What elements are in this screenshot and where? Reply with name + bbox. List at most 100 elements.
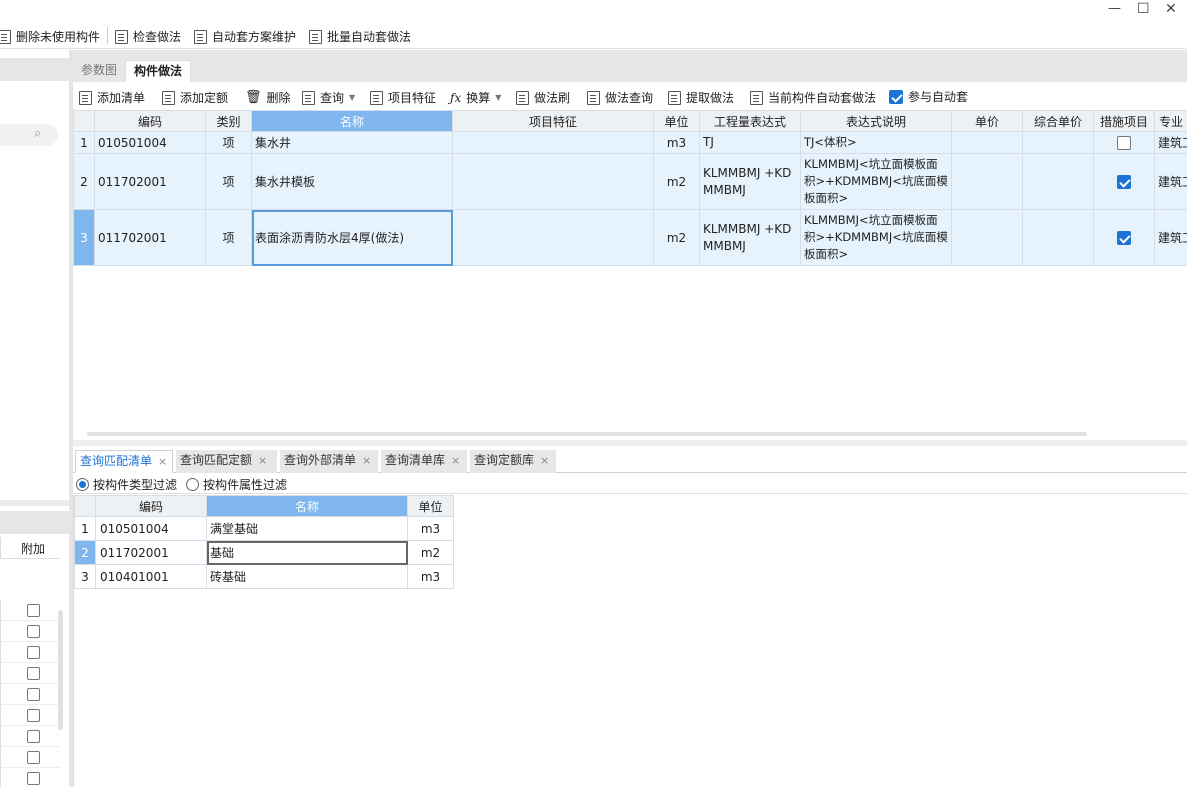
tab-query-3[interactable]: 查询清单库 × xyxy=(381,450,467,473)
tab-param-diagram[interactable]: 参数图 xyxy=(74,60,124,82)
batch-auto-apply-button[interactable]: 批量自动套做法 xyxy=(309,28,411,45)
cell-code[interactable]: 011702001 xyxy=(94,209,206,266)
close-icon[interactable]: ✕ xyxy=(1165,1,1177,17)
query-button[interactable]: 查询 ▼ xyxy=(302,89,355,106)
method-query-button[interactable]: 做法查询 xyxy=(587,89,653,106)
cell-price[interactable] xyxy=(951,209,1023,266)
cell-measure[interactable] xyxy=(1093,131,1155,154)
addon-checkbox[interactable] xyxy=(27,688,40,701)
method-brush-button[interactable]: 做法刷 xyxy=(516,89,570,106)
auto-scheme-button[interactable]: 自动套方案维护 xyxy=(194,28,296,45)
minimize-icon[interactable]: — xyxy=(1108,1,1121,16)
extract-method-button[interactable]: 提取做法 xyxy=(668,89,734,106)
cell-total-price[interactable] xyxy=(1022,209,1094,266)
tab-query-4[interactable]: 查询定额库 × xyxy=(470,450,556,473)
col-header-feature[interactable]: 项目特征 xyxy=(452,110,654,132)
col-header-type[interactable]: 类别 xyxy=(205,110,252,132)
col-header-measure[interactable]: 措施项目 xyxy=(1093,110,1155,132)
table-row[interactable]: 2 011702001 基础 m2 xyxy=(74,540,454,565)
cell-code[interactable]: 010401001 xyxy=(95,564,207,589)
cell-price[interactable] xyxy=(951,131,1023,154)
cell-expression[interactable]: KLMMBMJ +KDMMBMJ xyxy=(699,153,801,210)
checkbox-checked-icon[interactable] xyxy=(1117,174,1131,189)
cell-major[interactable]: 建筑工程 xyxy=(1154,131,1187,154)
col-header-expr[interactable]: 工程量表达式 xyxy=(699,110,801,132)
check-method-button[interactable]: 检查做法 xyxy=(115,28,181,45)
addon-checkbox[interactable] xyxy=(27,751,40,764)
cell-expression-desc[interactable]: TJ<体积> xyxy=(800,131,952,154)
delete-button[interactable]: 🗑 删除 xyxy=(245,89,291,106)
cell-unit[interactable]: m3 xyxy=(407,564,454,589)
col-header-desc[interactable]: 表达式说明 xyxy=(800,110,952,132)
close-icon[interactable]: × xyxy=(158,455,167,468)
addon-checkbox[interactable] xyxy=(27,709,40,722)
checkbox-checked-icon[interactable] xyxy=(1117,230,1131,245)
cell-major[interactable]: 建筑工程 xyxy=(1154,153,1187,210)
cell-name[interactable]: 集水井模板 xyxy=(251,153,453,210)
cell-unit[interactable]: m3 xyxy=(653,131,700,154)
cell-measure[interactable] xyxy=(1093,153,1155,210)
cell-expression[interactable]: KLMMBMJ +KDMMBMJ xyxy=(699,209,801,266)
tab-query-1[interactable]: 查询匹配定额 × xyxy=(176,450,277,473)
cell-feature[interactable] xyxy=(452,131,654,154)
close-icon[interactable]: × xyxy=(540,454,549,467)
col-header-code[interactable]: 编码 xyxy=(94,110,206,132)
tab-query-2[interactable]: 查询外部清单 × xyxy=(280,450,378,473)
cell-code[interactable]: 010501004 xyxy=(95,516,207,541)
cell-unit[interactable]: m2 xyxy=(653,153,700,210)
match-col-header-unit[interactable]: 单位 xyxy=(407,495,454,517)
cell-price[interactable] xyxy=(951,153,1023,210)
addon-checkbox[interactable] xyxy=(27,646,40,659)
left-scrollbar[interactable] xyxy=(58,610,63,730)
cell-unit[interactable]: m2 xyxy=(653,209,700,266)
addon-checkbox[interactable] xyxy=(27,772,40,785)
cell-name[interactable]: 满堂基础 xyxy=(206,516,408,541)
filter-by-type-radio[interactable]: 按构件类型过滤 xyxy=(76,476,177,493)
cell-code[interactable]: 011702001 xyxy=(95,540,207,565)
cell-type[interactable]: 项 xyxy=(205,209,252,266)
cell-feature[interactable] xyxy=(452,153,654,210)
cell-total-price[interactable] xyxy=(1022,153,1094,210)
filter-by-attr-radio[interactable]: 按构件属性过滤 xyxy=(186,476,287,493)
cell-expression[interactable]: TJ xyxy=(699,131,801,154)
cell-name[interactable]: 集水井 xyxy=(251,131,453,154)
col-header-name[interactable]: 名称 xyxy=(251,110,453,132)
col-header-price[interactable]: 单价 xyxy=(951,110,1023,132)
cell-name[interactable]: 基础 xyxy=(206,540,408,565)
addon-checkbox[interactable] xyxy=(27,730,40,743)
col-header-major[interactable]: 专业 xyxy=(1154,110,1187,132)
col-header-unit[interactable]: 单位 xyxy=(653,110,700,132)
table-row[interactable]: 3 010401001 砖基础 m3 xyxy=(74,564,454,589)
cell-type[interactable]: 项 xyxy=(205,153,252,210)
cell-name[interactable]: 砖基础 xyxy=(206,564,408,589)
col-header-total-price[interactable]: 综合单价 xyxy=(1022,110,1094,132)
cell-type[interactable]: 项 xyxy=(205,131,252,154)
left-splitter[interactable] xyxy=(0,500,69,506)
auto-apply-current-button[interactable]: 当前构件自动套做法 xyxy=(750,89,876,106)
convert-button[interactable]: ƒx 换算 ▼ xyxy=(450,89,501,106)
cell-major[interactable]: 建筑工程 xyxy=(1154,209,1187,266)
table-row[interactable]: 3 011702001 项表面涂沥青防水层4厚(做法) m2 KLMMBMJ +KDMM… xyxy=(73,209,1187,266)
participate-auto-checkbox[interactable]: 参与自动套 xyxy=(889,88,968,105)
table-row[interactable]: 1010501004项集水井 m3TJTJ<体积> 建筑工程 xyxy=(73,131,1187,154)
add-list-button[interactable]: 添加清单 xyxy=(79,89,145,106)
cell-code[interactable]: 010501004 xyxy=(94,131,206,154)
close-icon[interactable]: × xyxy=(258,454,267,467)
cell-expression-desc[interactable]: KLMMBMJ<坑立面模板面积>+KDMMBMJ<坑底面模板面积> xyxy=(800,209,952,266)
search-box[interactable]: ⌕ xyxy=(0,124,58,146)
delete-unused-button[interactable]: 删除未使用构件 xyxy=(0,28,100,45)
maximize-icon[interactable]: ☐ xyxy=(1137,1,1150,17)
addon-checkbox[interactable] xyxy=(27,604,40,617)
cell-code[interactable]: 011702001 xyxy=(94,153,206,210)
close-icon[interactable]: × xyxy=(451,454,460,467)
tab-query-0[interactable]: 查询匹配清单 × xyxy=(75,450,173,473)
cell-name[interactable]: 表面涂沥青防水层4厚(做法) xyxy=(251,209,453,266)
match-col-header-name[interactable]: 名称 xyxy=(206,495,408,517)
table-row[interactable]: 2 011702001 项集水井模板 m2 KLMMBMJ +KDMMBMJ KLMMBM… xyxy=(73,153,1187,210)
checkbox-icon[interactable] xyxy=(1117,135,1131,150)
close-icon[interactable]: × xyxy=(362,454,371,467)
cell-total-price[interactable] xyxy=(1022,131,1094,154)
item-feature-button[interactable]: 项目特征 xyxy=(370,89,436,106)
cell-unit[interactable]: m2 xyxy=(407,540,454,565)
cell-measure[interactable] xyxy=(1093,209,1155,266)
